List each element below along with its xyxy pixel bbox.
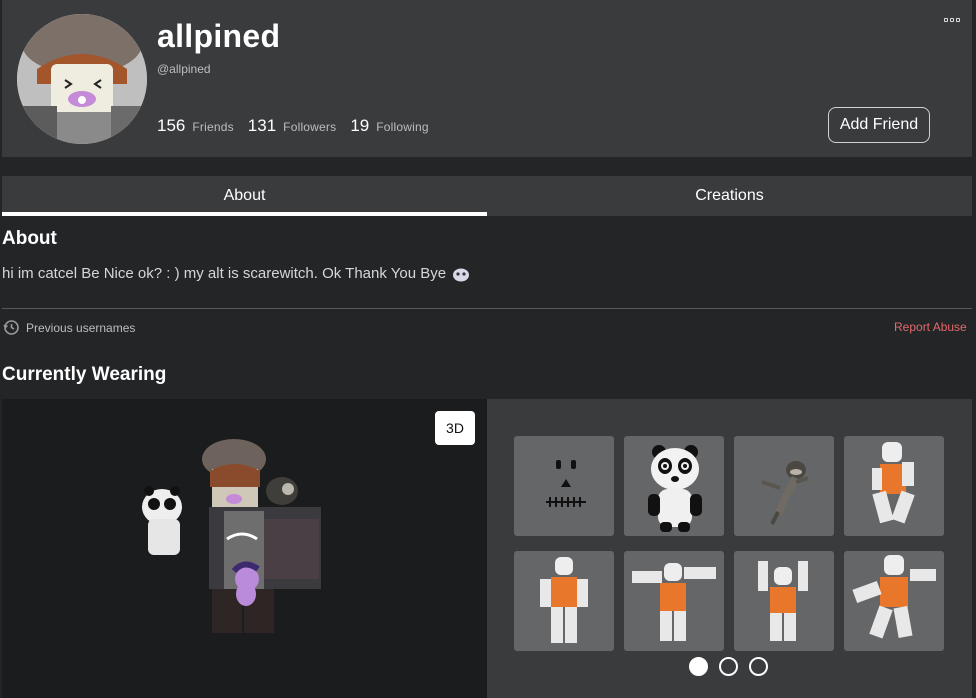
currently-wearing-heading: Currently Wearing xyxy=(2,364,167,385)
about-heading: About xyxy=(2,228,57,249)
profile-stats: 156 Friends 131 Followers 19 Following xyxy=(157,116,443,136)
more-options-icon[interactable] xyxy=(942,14,962,26)
stat-label: Following xyxy=(376,120,429,134)
profile-header: allpined @allpined 156 Friends 131 Follo… xyxy=(2,0,972,157)
stat-following[interactable]: 19 Following xyxy=(350,116,428,136)
stat-label: Followers xyxy=(283,120,337,134)
section-divider xyxy=(2,308,972,309)
wearing-item-face[interactable] xyxy=(514,436,614,536)
avatar-viewer[interactable]: 3D xyxy=(2,399,487,698)
avatar-3d-render xyxy=(142,439,321,633)
wearing-item-pose[interactable] xyxy=(844,551,944,651)
stat-label: Friends xyxy=(192,120,234,134)
wearing-item-pose[interactable] xyxy=(514,551,614,651)
carousel-dot[interactable] xyxy=(749,657,768,676)
tab-creations[interactable]: Creations xyxy=(487,176,972,216)
emoji-icon xyxy=(453,268,470,281)
wearing-item-pose[interactable] xyxy=(844,436,944,536)
avatar-pose-icon xyxy=(852,555,936,639)
raccoon-icon xyxy=(761,461,809,525)
previous-usernames-label: Previous usernames xyxy=(26,320,136,335)
panda-icon xyxy=(648,445,702,532)
face-icon xyxy=(546,460,586,507)
wearing-item-panda[interactable] xyxy=(624,436,724,536)
avatar-pose-icon xyxy=(540,557,588,643)
carousel-dot[interactable] xyxy=(689,657,708,676)
avatar-pose-icon xyxy=(632,563,716,641)
about-description-text: hi im catcel Be Nice ok? : ) my alt is s… xyxy=(2,265,447,282)
avatar[interactable] xyxy=(17,14,147,144)
wearing-items-panel xyxy=(487,399,972,698)
toggle-3d-button[interactable]: 3D xyxy=(435,411,475,445)
tab-about[interactable]: About xyxy=(2,176,487,216)
carousel-dot[interactable] xyxy=(719,657,738,676)
stat-count: 131 xyxy=(247,116,277,135)
wearing-item-pose[interactable] xyxy=(624,551,724,651)
username-handle: @allpined xyxy=(157,62,211,76)
display-name: allpined xyxy=(157,18,281,54)
wearing-item-pose[interactable] xyxy=(734,551,834,651)
about-description: hi im catcel Be Nice ok? : ) my alt is s… xyxy=(2,265,470,282)
stat-count: 156 xyxy=(157,116,186,135)
previous-usernames-link[interactable]: Previous usernames xyxy=(3,319,135,336)
avatar-image xyxy=(17,14,147,144)
stat-followers[interactable]: 131 Followers xyxy=(248,116,337,136)
carousel-pagination xyxy=(689,657,768,676)
history-icon xyxy=(3,320,19,335)
stat-friends[interactable]: 156 Friends xyxy=(157,116,234,136)
avatar-pose-icon xyxy=(758,561,808,641)
wearing-item-raccoon[interactable] xyxy=(734,436,834,536)
report-abuse-link[interactable]: Report Abuse xyxy=(894,320,967,334)
stat-count: 19 xyxy=(350,116,370,135)
avatar-pose-icon xyxy=(872,442,915,524)
add-friend-button[interactable]: Add Friend xyxy=(828,107,930,143)
profile-tabs: About Creations xyxy=(2,176,972,216)
